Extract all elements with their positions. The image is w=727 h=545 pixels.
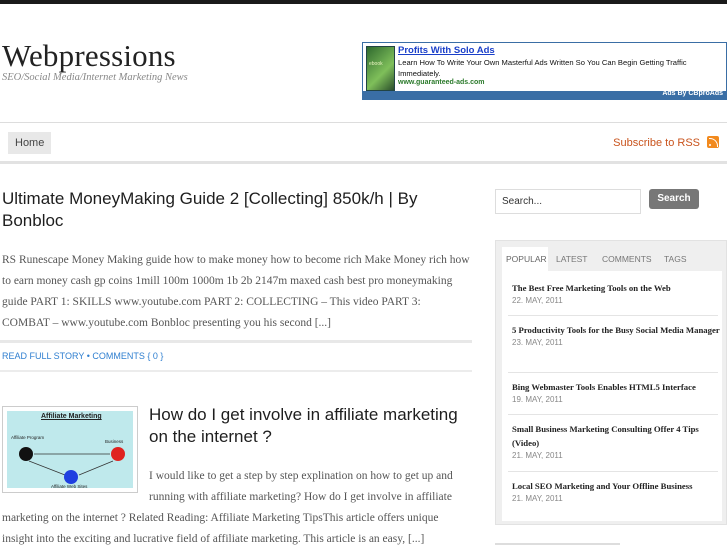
tab-comments[interactable]: COMMENTS	[598, 247, 656, 271]
ad-url[interactable]: www.guaranteed-ads.com	[398, 79, 484, 86]
popular-post-title[interactable]: 5 Productivity Tools for the Busy Social…	[512, 323, 720, 337]
tabbed-widget: POPULAR LATEST COMMENTS TAGS The Best Fr…	[495, 240, 727, 525]
comments-link[interactable]: COMMENTS { 0 }	[92, 351, 163, 361]
business-node	[111, 447, 125, 461]
tab-tags[interactable]: TAGS	[660, 247, 691, 271]
list-divider	[508, 471, 718, 472]
post-title-1[interactable]: Ultimate MoneyMaking Guide 2 [Collecting…	[2, 188, 472, 232]
ad-footer-label[interactable]: Ads By CBproAds	[662, 90, 723, 97]
popular-post-title[interactable]: Small Business Marketing Consulting Offe…	[512, 422, 720, 450]
popular-post-date: 21. MAY, 2011	[512, 494, 563, 503]
affiliate-diagram-image: Affiliate Marketing Affiliate Program Bu…	[7, 411, 133, 489]
main-nav: Home Subscribe to RSS	[0, 122, 727, 164]
ad-title-link[interactable]: Profits With Solo Ads	[398, 45, 495, 56]
popular-post-title[interactable]: Local SEO Marketing and Your Offline Bus…	[512, 479, 720, 493]
post-excerpt-1: RS Runescape Money Making guide how to m…	[2, 254, 470, 329]
affiliate-web-sites-node	[64, 470, 78, 484]
list-item[interactable]: Local SEO Marketing and Your Offline Bus…	[512, 479, 720, 503]
ad-banner[interactable]: ebook Profits With Solo Ads Learn How To…	[362, 42, 727, 100]
post-meta-1: READ FULL STORY • COMMENTS { 0 }	[2, 351, 163, 361]
list-item[interactable]: 5 Productivity Tools for the Busy Social…	[512, 323, 720, 347]
list-item[interactable]: Small Business Marketing Consulting Offe…	[512, 422, 720, 460]
tab-latest[interactable]: LATEST	[552, 247, 592, 271]
meta-separator: •	[86, 351, 90, 361]
rss-icon[interactable]	[707, 136, 719, 148]
search-button[interactable]: Search	[649, 189, 699, 209]
popular-post-date: 22. MAY, 2011	[512, 296, 563, 305]
popular-post-title[interactable]: The Best Free Marketing Tools on the Web	[512, 281, 720, 295]
post-divider	[0, 340, 472, 343]
popular-panel: The Best Free Marketing Tools on the Web…	[502, 271, 722, 521]
list-divider	[508, 414, 718, 415]
ad-text: Learn How To Write Your Own Masterful Ad…	[398, 58, 687, 78]
popular-post-date: 19. MAY, 2011	[512, 395, 563, 404]
read-full-story-link[interactable]: READ FULL STORY	[2, 351, 84, 361]
affiliate-program-node	[19, 447, 33, 461]
tab-popular[interactable]: POPULAR	[502, 247, 548, 271]
ad-thumb-label: ebook	[369, 61, 383, 67]
popular-post-title[interactable]: Bing Webmaster Tools Enables HTML5 Inter…	[512, 380, 720, 394]
list-item[interactable]: Bing Webmaster Tools Enables HTML5 Inter…	[512, 380, 720, 404]
search-input[interactable]: Search...	[495, 189, 641, 214]
post-title-2[interactable]: How do I get involve in affiliate market…	[149, 404, 469, 448]
popular-post-date: 23. MAY, 2011	[512, 338, 563, 347]
subscribe-rss-link[interactable]: Subscribe to RSS	[613, 137, 700, 149]
list-divider	[508, 315, 718, 316]
ad-footer: Ads By CBproAds	[363, 90, 726, 99]
post-divider-2	[0, 370, 472, 372]
list-item[interactable]: The Best Free Marketing Tools on the Web…	[512, 281, 720, 305]
site-title[interactable]: Webpressions	[2, 38, 176, 74]
top-bar	[0, 0, 727, 4]
site-tagline: SEO/Social Media/Internet Marketing News	[2, 72, 188, 83]
post-thumbnail-2[interactable]: Affiliate Marketing Affiliate Program Bu…	[2, 406, 138, 493]
list-divider	[508, 372, 718, 373]
post-excerpt-2a: I would like to get a step by step expli…	[149, 470, 453, 503]
popular-post-date: 21. MAY, 2011	[512, 451, 563, 460]
post-excerpt-2b: marketing on the internet ? Related Read…	[2, 512, 439, 545]
nav-home-button[interactable]: Home	[8, 132, 52, 154]
ad-thumbnail[interactable]: ebook	[366, 46, 395, 91]
